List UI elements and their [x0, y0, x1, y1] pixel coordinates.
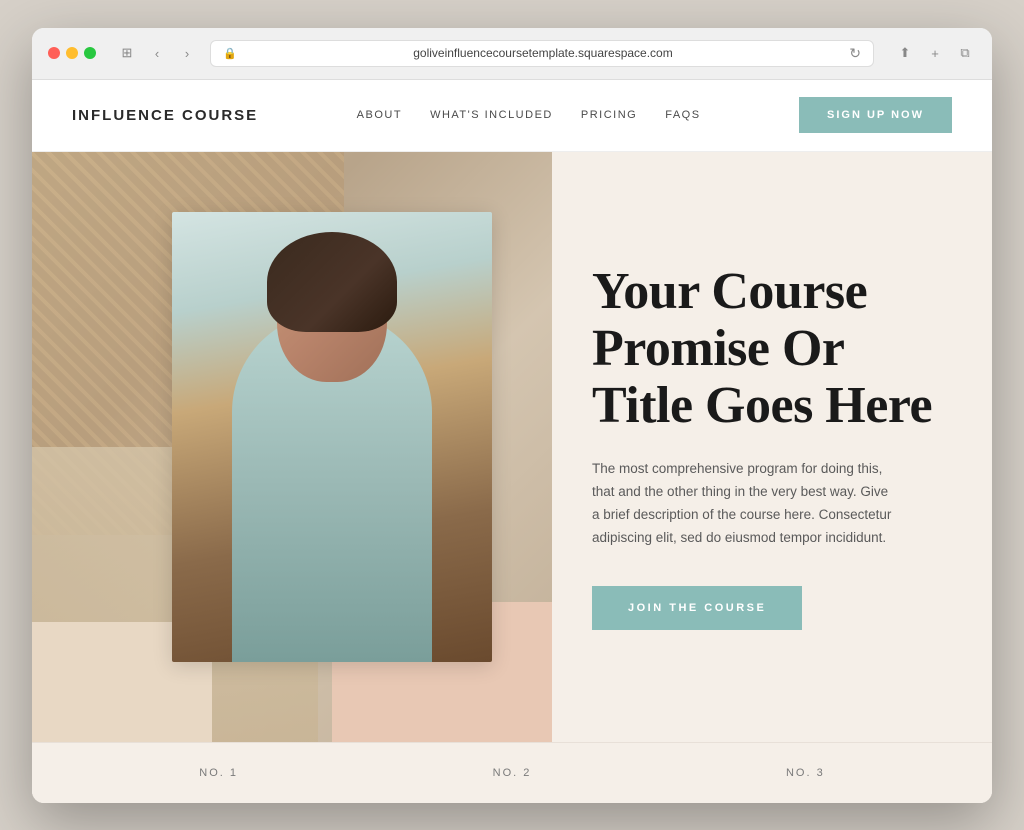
nav-whats-included[interactable]: WHAT'S INCLUDED [430, 109, 553, 121]
hero-images [32, 152, 552, 742]
minimize-button[interactable] [66, 47, 78, 59]
browser-window: ⊞ ‹ › 🔒 goliveinfluencecoursetemplate.sq… [32, 28, 992, 803]
footer-num-3: NO. 3 [659, 767, 952, 779]
traffic-lights [48, 47, 96, 59]
hero-description: The most comprehensive program for doing… [592, 458, 892, 550]
footer-num-2: NO. 2 [365, 767, 658, 779]
site-logo[interactable]: INFLUENCE COURSE [72, 107, 258, 124]
reload-icon[interactable]: ↻ [849, 45, 861, 62]
sidebar-toggle[interactable]: ⊞ [116, 42, 138, 64]
portrait-photo [172, 212, 492, 662]
hero-content: Your Course Promise Or Title Goes Here T… [552, 152, 992, 742]
fullscreen-button[interactable] [84, 47, 96, 59]
portrait-hair [267, 232, 397, 332]
join-course-button[interactable]: JOIN THE COURSE [592, 586, 802, 630]
hero-section: Your Course Promise Or Title Goes Here T… [32, 152, 992, 742]
address-bar[interactable]: 🔒 goliveinfluencecoursetemplate.squaresp… [210, 40, 874, 67]
back-button[interactable]: ‹ [146, 42, 168, 64]
tabs-button[interactable]: ⧉ [954, 42, 976, 64]
portrait-inner [172, 212, 492, 662]
nav-faqs[interactable]: FAQS [665, 109, 700, 121]
nav-links: ABOUT WHAT'S INCLUDED PRICING FAQS [357, 109, 701, 121]
nav-about[interactable]: ABOUT [357, 109, 402, 121]
lock-icon: 🔒 [223, 47, 237, 60]
signup-button[interactable]: SIGN UP NOW [799, 97, 952, 133]
website-content: INFLUENCE COURSE ABOUT WHAT'S INCLUDED P… [32, 80, 992, 803]
url-text: goliveinfluencecoursetemplate.squarespac… [243, 46, 844, 60]
share-button[interactable]: ⬆ [894, 42, 916, 64]
footer-numbers: NO. 1 NO. 2 NO. 3 [32, 742, 992, 803]
browser-actions: ⬆ + ⧉ [894, 42, 976, 64]
browser-controls: ⊞ ‹ › [116, 42, 198, 64]
new-tab-button[interactable]: + [924, 42, 946, 64]
forward-button[interactable]: › [176, 42, 198, 64]
nav-pricing[interactable]: PRICING [581, 109, 637, 121]
close-button[interactable] [48, 47, 60, 59]
navigation: INFLUENCE COURSE ABOUT WHAT'S INCLUDED P… [32, 80, 992, 152]
footer-num-1: NO. 1 [72, 767, 365, 779]
browser-chrome: ⊞ ‹ › 🔒 goliveinfluencecoursetemplate.sq… [32, 28, 992, 80]
hero-title: Your Course Promise Or Title Goes Here [592, 263, 942, 435]
